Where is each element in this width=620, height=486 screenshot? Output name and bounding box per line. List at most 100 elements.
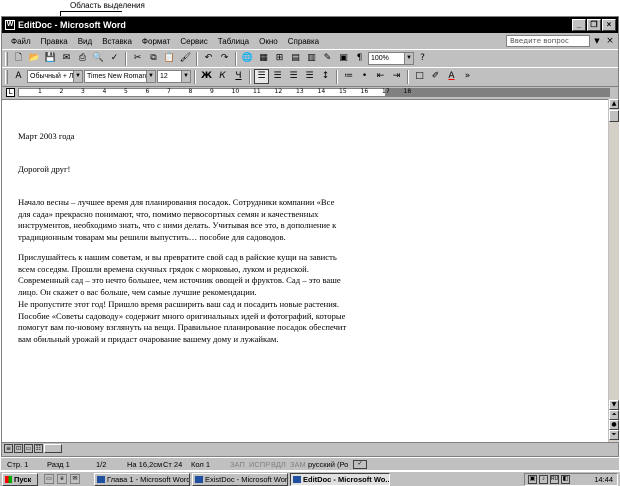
hscroll-thumb[interactable] [44,444,62,453]
insert-table-icon[interactable]: ⊞ [272,51,287,66]
borders-icon[interactable]: □ [412,69,427,84]
style-select[interactable]: Обычный + Лес ▼ [27,70,83,83]
doc-paragraph-3: Не пропустите этот год! Пришло время рас… [18,299,346,345]
ruler[interactable]: L 1 2 3 4 5 6 7 8 9 10 11 12 13 14 15 16 17 18 [2,86,618,98]
menu-format[interactable]: Формат [137,37,175,46]
restore-button[interactable]: ❐ [587,19,601,31]
menu-tools[interactable]: Сервис [175,37,212,46]
align-right-icon[interactable]: ☰ [286,69,301,84]
scroll-thumb[interactable] [609,110,619,122]
vertical-scrollbar[interactable]: ▲ ▼ ⏶ ● ⏷ [609,99,619,442]
align-left-icon[interactable]: ☰ [254,69,269,84]
minimize-button[interactable]: _ [572,19,586,31]
highlight-icon[interactable]: ✐ [428,69,443,84]
ask-question-input[interactable]: Введите вопрос [506,35,590,47]
numbering-icon[interactable]: ≔ [341,69,356,84]
status-ovr[interactable]: ЗАМ [290,458,306,471]
undo-icon[interactable]: ↶ [201,51,216,66]
increase-indent-icon[interactable]: ⇥ [389,69,404,84]
columns-icon[interactable]: ▥ [304,51,319,66]
menu-help[interactable]: Справка [283,37,324,46]
close-button[interactable]: × [602,19,616,31]
decrease-indent-icon[interactable]: ⇤ [373,69,388,84]
drawing-icon[interactable]: ✎ [320,51,335,66]
task-editdoc[interactable]: EditDoc - Microsoft Wo... [290,473,390,486]
document-area[interactable]: Март 2003 года Дорогой друг! Начало весн… [2,99,608,442]
doc-line: Современный сад – это нечто большее, чем… [18,275,341,285]
justify-icon[interactable]: ☰ [302,69,317,84]
toolbar-grip[interactable] [5,51,8,66]
menu-insert[interactable]: Вставка [97,37,137,46]
tray-volume-icon[interactable]: ♪ [539,475,548,484]
status-trk[interactable]: ИСПР [249,458,270,471]
toolbar-options-icon[interactable]: » [460,69,475,84]
align-center-icon[interactable]: ☰ [270,69,285,84]
tray-language-icon[interactable]: RU [550,475,559,484]
print-icon[interactable]: ⎙ [75,51,90,66]
browser-icon[interactable]: e [57,474,67,484]
web-view-icon[interactable]: ⊡ [14,444,23,453]
task-existdoc[interactable]: ExistDoc - Microsoft Word [192,473,288,486]
italic-button[interactable]: К [215,69,230,84]
previous-page-icon[interactable]: ⏶ [609,410,619,420]
print-preview-icon[interactable]: 🔍 [91,51,106,66]
help-icon[interactable]: ? [415,51,430,66]
hyperlink-icon[interactable]: 🌐 [240,51,255,66]
spelling-status-icon[interactable]: ✓ [353,460,367,469]
bold-button[interactable]: Ж [199,69,214,84]
open-folder-icon[interactable]: 📂 [27,51,42,66]
menu-edit[interactable]: Правка [36,37,73,46]
menu-view[interactable]: Вид [73,37,97,46]
scroll-down-icon[interactable]: ▼ [609,400,619,410]
zoom-select[interactable]: 100% ▼ [368,52,414,65]
menu-window[interactable]: Окно [254,37,283,46]
cut-icon[interactable]: ✂ [130,51,145,66]
tray-network-icon[interactable]: ▣ [528,475,537,484]
bullets-icon[interactable]: • [357,69,372,84]
ruler-mark: 16 [360,88,369,95]
print-layout-icon[interactable]: ▭ [24,444,33,453]
horizontal-scrollbar[interactable]: ≡ ⊡ ▭ ☷ [2,442,618,453]
word-app-icon[interactable]: W [5,20,15,30]
show-hide-icon[interactable]: ¶ [352,51,367,66]
format-painter-icon[interactable]: 🖌 [178,51,193,66]
start-button[interactable]: Пуск [2,473,38,486]
toolbar-grip[interactable] [5,69,8,84]
spelling-icon[interactable]: ✓ [107,51,122,66]
scroll-up-icon[interactable]: ▲ [609,99,619,109]
paste-icon[interactable]: 📋 [162,51,177,66]
document-close-icon[interactable]: × [605,35,615,47]
font-size-select[interactable]: 12 ▼ [157,70,191,83]
ruler-mark: 17 [382,88,390,95]
save-icon[interactable]: 💾 [43,51,58,66]
system-tray: ▣ ♪ RU ◧ 14:44 [524,473,618,486]
document-map-icon[interactable]: ▣ [336,51,351,66]
tab-selector[interactable]: L [6,88,15,97]
outline-view-icon[interactable]: ☷ [34,444,43,453]
copy-icon[interactable]: ⧉ [146,51,161,66]
task-glava1[interactable]: Глава 1 - Microsoft Word [94,473,190,486]
permission-icon[interactable]: ✉ [59,51,74,66]
status-ext[interactable]: ВДЛ [271,458,286,471]
status-rec[interactable]: ЗАП [230,458,245,471]
insert-excel-icon[interactable]: ▤ [288,51,303,66]
redo-icon[interactable]: ↷ [217,51,232,66]
ruler-mark: 10 [231,88,240,95]
normal-view-icon[interactable]: ≡ [4,444,13,453]
new-document-icon[interactable]: 🗋 [11,51,26,66]
menu-file[interactable]: Файл [6,37,36,46]
line-spacing-icon[interactable]: ↕ [318,69,333,84]
ask-dropdown-icon[interactable]: ▼ [592,35,602,47]
select-browse-object-icon[interactable]: ● [609,420,619,430]
styles-pane-icon[interactable]: A [11,69,26,84]
font-select[interactable]: Times New Roman ▼ [84,70,156,83]
tables-borders-icon[interactable]: ▦ [256,51,271,66]
title-bar[interactable]: W EditDoc - Microsoft Word _ ❐ × [2,17,618,33]
menu-table[interactable]: Таблица [213,37,254,46]
show-desktop-icon[interactable]: ▭ [44,474,54,484]
tray-app-icon[interactable]: ◧ [561,475,570,484]
next-page-icon[interactable]: ⏷ [609,430,619,440]
underline-button[interactable]: Ч [231,69,246,84]
font-color-icon[interactable]: A [444,69,459,84]
mail-icon[interactable]: ✉ [70,474,80,484]
